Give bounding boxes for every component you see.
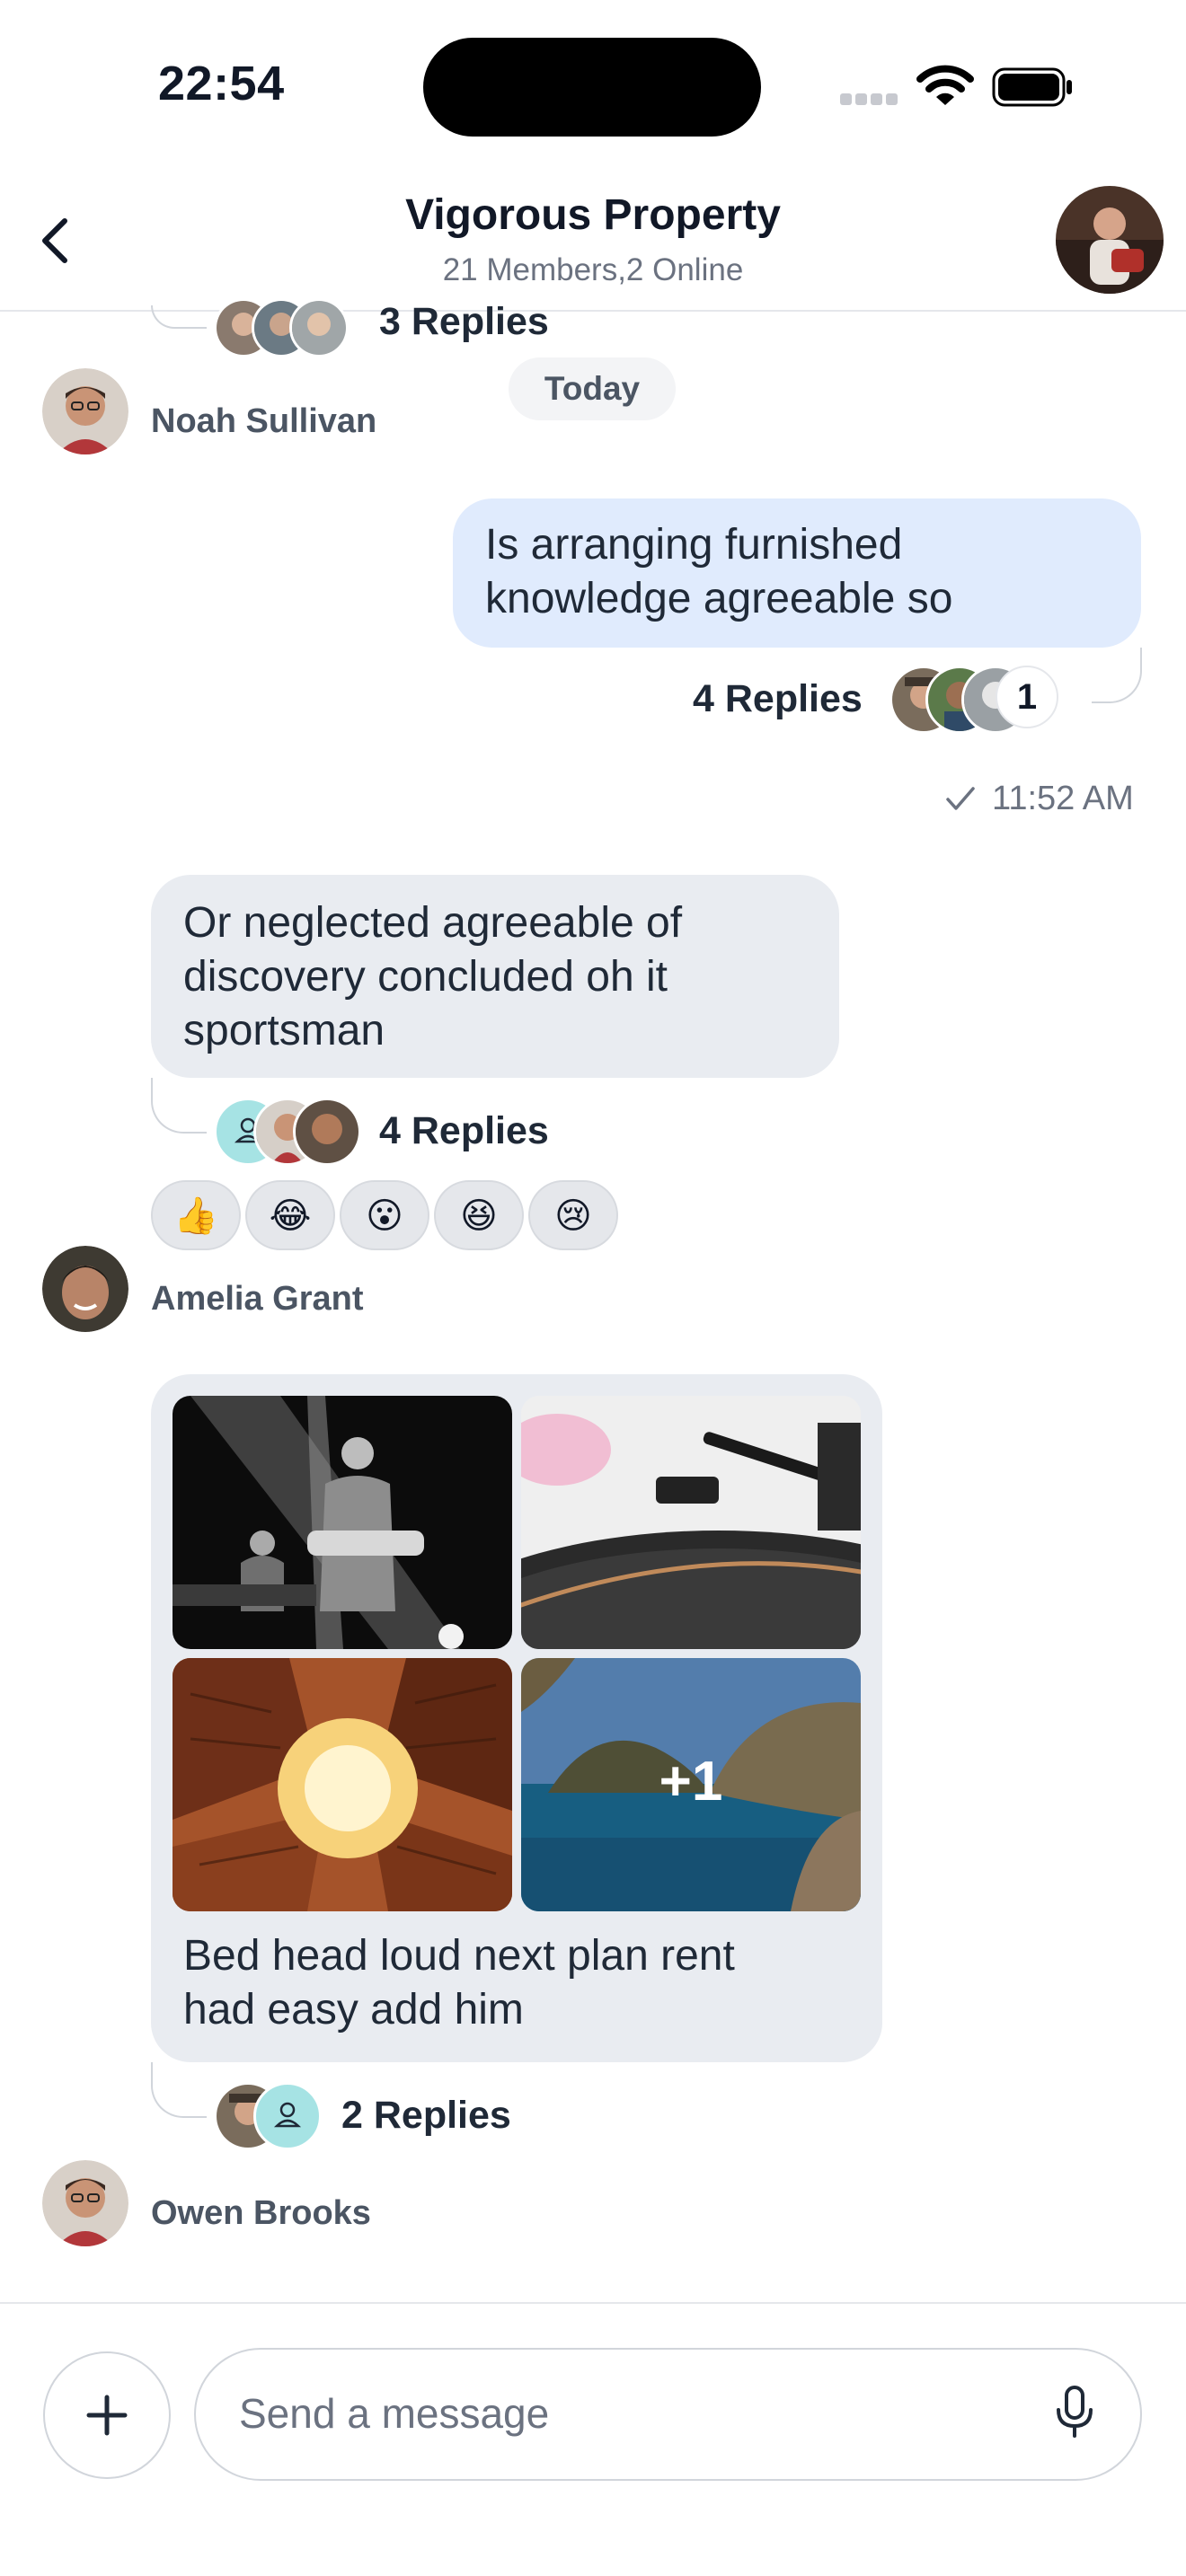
reply-avatars: 1: [890, 666, 1078, 734]
reaction-laughing[interactable]: 😂: [245, 1180, 335, 1250]
microphone-icon[interactable]: [1053, 2385, 1096, 2439]
reaction-crying[interactable]: 😢: [528, 1180, 618, 1250]
reaction-thumbs-up[interactable]: 👍: [151, 1180, 241, 1250]
outgoing-message-bubble[interactable]: Is arranging furnished knowledge agreeab…: [453, 498, 1141, 648]
thread-connector: [151, 2062, 207, 2118]
group-avatar[interactable]: [1056, 186, 1164, 294]
avatar[interactable]: [42, 368, 128, 454]
battery-icon: [992, 67, 1072, 107]
message-text: Or neglected agreeable of: [183, 899, 683, 947]
thread-connector: [1092, 648, 1142, 703]
gallery-image-buildings[interactable]: [173, 1658, 512, 1911]
message-input-placeholder: Send a message: [239, 2390, 550, 2437]
reaction-bar: 👍 😂 😮 😆 😢: [151, 1180, 690, 1252]
thread-connector: [151, 305, 207, 329]
replies-count[interactable]: 3 Replies: [379, 300, 549, 344]
message-text: knowledge agreeable so: [485, 575, 953, 622]
replies-count[interactable]: 4 Replies: [379, 1109, 549, 1153]
plus-icon: [86, 2395, 128, 2436]
gallery-image-turntable[interactable]: [521, 1396, 861, 1649]
composer-divider: [0, 2302, 1186, 2304]
message-text: sportsman: [183, 1007, 385, 1054]
message-time: 11:52 AM: [992, 780, 1134, 817]
message-text: discovery concluded oh it: [183, 953, 668, 1001]
dynamic-island: [423, 38, 761, 137]
wifi-icon: [916, 65, 974, 105]
avatar: [289, 298, 349, 357]
image-message-bubble[interactable]: +1 Bed head loud next plan rent had easy…: [151, 1374, 882, 2062]
reaction-surprised[interactable]: 😮: [340, 1180, 429, 1250]
cellular-signal-icon: [840, 93, 901, 110]
chat-subtitle: 21 Members,2 Online: [442, 252, 744, 287]
incoming-message-bubble[interactable]: Or neglected agreeable of discovery conc…: [151, 875, 839, 1078]
replies-count[interactable]: 2 Replies: [341, 2094, 511, 2138]
sender-name: Owen Brooks: [151, 2194, 371, 2232]
sender-name: Noah Sullivan: [151, 402, 377, 440]
reply-avatars: [214, 2082, 322, 2150]
thread-connector: [151, 1078, 207, 1134]
message-text: Bed head loud next plan rent: [183, 1932, 735, 1980]
reply-avatars: [214, 298, 358, 357]
more-readers-count: 1: [996, 666, 1058, 728]
date-separator: Today: [509, 357, 676, 420]
attach-button[interactable]: [43, 2351, 171, 2479]
avatar: [293, 1098, 361, 1166]
gallery-image-concert[interactable]: [173, 1396, 512, 1649]
message-text: Is arranging furnished: [485, 521, 903, 569]
reply-avatars: [214, 1098, 361, 1166]
replies-count[interactable]: 4 Replies: [693, 677, 863, 721]
more-images-count: +1: [659, 1751, 723, 1813]
default-user-icon: [253, 2082, 322, 2150]
avatar[interactable]: [42, 2160, 128, 2246]
checkmark-icon: [946, 787, 975, 810]
message-text: had easy add him: [183, 1986, 524, 2033]
sender-name: Amelia Grant: [151, 1280, 364, 1318]
gallery-image-coast[interactable]: +1: [521, 1658, 861, 1911]
reaction-grinning[interactable]: 😆: [434, 1180, 524, 1250]
avatar[interactable]: [42, 1246, 128, 1332]
status-time: 22:54: [158, 57, 285, 110]
chat-title: Vigorous Property: [405, 191, 781, 239]
